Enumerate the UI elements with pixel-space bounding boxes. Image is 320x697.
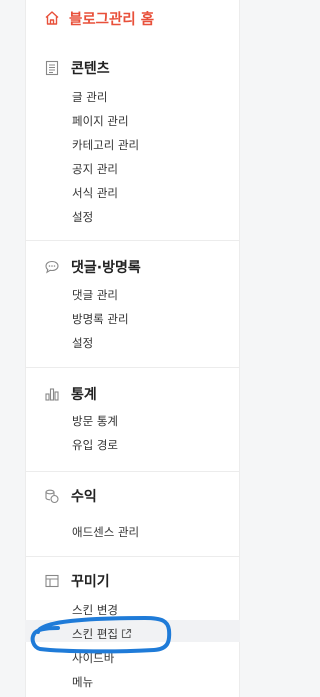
divider xyxy=(25,240,240,241)
menu-sidebar[interactable]: 사이드바 xyxy=(72,651,114,665)
section-stats-title: 통계 xyxy=(71,387,97,403)
blog-admin-home-link[interactable]: 블로그관리 홈 xyxy=(44,7,154,29)
section-comments: 댓글·방명록 댓글 관리 방명록 관리 설정 xyxy=(25,257,240,357)
section-comments-header[interactable]: 댓글·방명록 xyxy=(44,257,141,277)
section-content: 콘텐츠 글 관리 페이지 관리 카테고리 관리 공지 관리 서식 관리 설정 xyxy=(25,58,240,238)
menu-visit-stats[interactable]: 방문 통계 xyxy=(72,414,118,428)
section-design: 꾸미기 스킨 변경 스킨 편집 사이드바 메뉴 xyxy=(25,571,240,697)
section-design-header[interactable]: 꾸미기 xyxy=(44,571,110,591)
menu-skin-edit[interactable]: 스킨 편집 xyxy=(72,627,132,641)
menu-adsense-management[interactable]: 애드센스 관리 xyxy=(72,525,139,539)
coins-icon xyxy=(44,488,60,504)
menu-page-management[interactable]: 페이지 관리 xyxy=(72,114,129,128)
section-revenue-header[interactable]: 수익 xyxy=(44,486,97,506)
menu-skin-edit-label: 스킨 편집 xyxy=(72,627,118,641)
divider xyxy=(25,471,240,472)
document-icon xyxy=(44,60,60,76)
section-stats: 통계 방문 통계 유입 경로 xyxy=(25,384,240,464)
section-design-title: 꾸미기 xyxy=(71,574,110,590)
section-stats-header[interactable]: 통계 xyxy=(44,384,97,404)
section-content-header[interactable]: 콘텐츠 xyxy=(44,58,110,78)
menu-category-management[interactable]: 카테고리 관리 xyxy=(72,138,139,152)
menu-content-settings[interactable]: 설정 xyxy=(72,210,93,224)
menu-comment-settings[interactable]: 설정 xyxy=(72,336,93,350)
home-icon xyxy=(44,10,60,26)
section-comments-title: 댓글·방명록 xyxy=(71,260,141,276)
section-revenue: 수익 애드센스 관리 xyxy=(25,486,240,546)
divider xyxy=(25,367,240,368)
speech-bubble-icon xyxy=(44,259,60,275)
layout-icon xyxy=(44,573,60,589)
menu-notice-management[interactable]: 공지 관리 xyxy=(72,162,118,176)
home-label: 블로그관리 홈 xyxy=(69,11,155,28)
menu-comment-management[interactable]: 댓글 관리 xyxy=(72,288,118,302)
section-revenue-title: 수익 xyxy=(71,489,97,505)
menu-referrer-stats[interactable]: 유입 경로 xyxy=(72,438,118,452)
bar-chart-icon xyxy=(44,386,60,402)
menu-template-management[interactable]: 서식 관리 xyxy=(72,186,118,200)
external-link-icon xyxy=(121,628,132,639)
section-content-title: 콘텐츠 xyxy=(71,61,110,77)
divider xyxy=(25,556,240,557)
menu-guestbook-management[interactable]: 방명록 관리 xyxy=(72,312,129,326)
menu-post-management[interactable]: 글 관리 xyxy=(72,90,107,104)
menu-skin-change[interactable]: 스킨 변경 xyxy=(72,603,118,617)
menu-menu[interactable]: 메뉴 xyxy=(72,675,93,689)
